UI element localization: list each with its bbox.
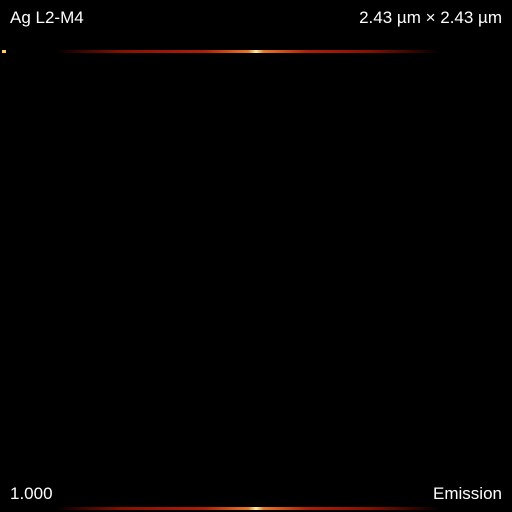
emission-edge-spot bbox=[2, 50, 6, 53]
scale-label: 2.43 µm × 2.43 µm bbox=[359, 8, 502, 27]
emission-line-bottom bbox=[0, 507, 512, 510]
intensity-value-label: 1.000 bbox=[10, 484, 53, 503]
emission-line-top bbox=[0, 50, 512, 53]
mode-label: Emission bbox=[433, 484, 502, 503]
element-line-label: Ag L2-M4 bbox=[10, 8, 84, 27]
emission-map-viewport: Ag L2-M4 2.43 µm × 2.43 µm 1.000 Emissio… bbox=[0, 0, 512, 512]
